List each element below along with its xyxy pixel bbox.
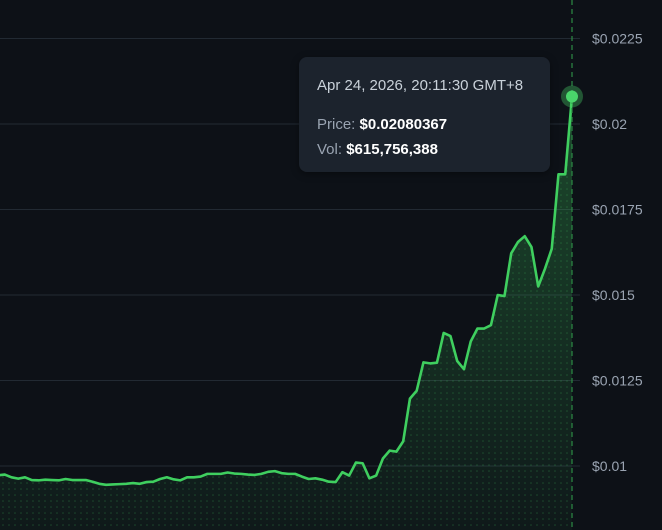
y-tick-label: $0.0125 <box>592 373 643 389</box>
y-tick-label: $0.01 <box>592 458 627 474</box>
tooltip-volume-value: $615,756,388 <box>346 141 438 158</box>
tooltip-price-label: Price: <box>317 116 356 133</box>
tooltip-volume-row: Vol: $615,756,388 <box>317 137 532 162</box>
hover-marker[interactable] <box>566 90 578 103</box>
y-tick-label: $0.02 <box>592 116 627 132</box>
y-tick-label: $0.0175 <box>592 202 643 218</box>
y-axis: $0.01 $0.0125 $0.015 $0.0175 $0.02 $0.0225 <box>592 31 643 475</box>
y-tick-label: $0.015 <box>592 287 635 303</box>
tooltip-datetime: Apr 24, 2026, 20:11:30 GMT+8 <box>317 77 524 94</box>
price-tooltip: Apr 24, 2026, 20:11:30 GMT+8 Price: $0.0… <box>299 57 550 172</box>
tooltip-price-row: Price: $0.02080367 <box>317 112 532 137</box>
tooltip-price-value: $0.02080367 <box>359 116 448 133</box>
tooltip-volume-label: Vol: <box>317 141 343 158</box>
hover-marker-layer[interactable] <box>561 85 583 108</box>
y-tick-label: $0.0225 <box>592 31 643 47</box>
